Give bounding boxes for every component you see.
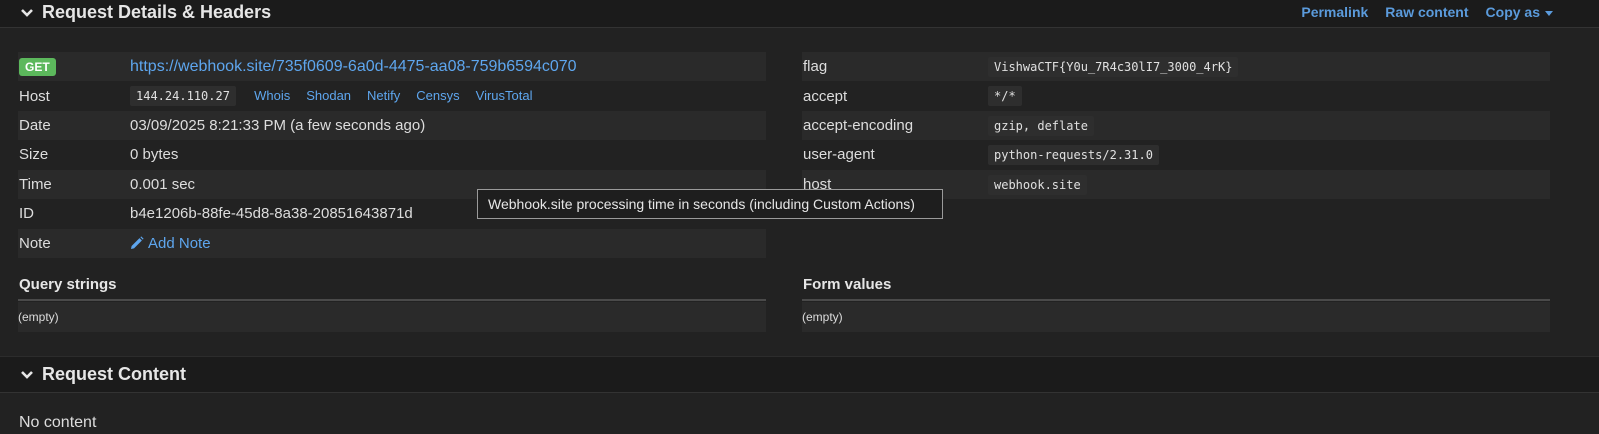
virustotal-link[interactable]: VirusTotal — [476, 88, 533, 103]
details-title-text: Request Details & Headers — [42, 2, 272, 22]
form-values-box: (empty) — [802, 302, 1550, 332]
raw-content-link[interactable]: Raw content — [1385, 4, 1468, 20]
method-badge: GET — [19, 58, 56, 76]
chevron-down-icon — [21, 370, 33, 379]
size-label: Size — [19, 146, 49, 163]
header-name: accept — [803, 88, 848, 105]
header-name: accept-encoding — [803, 117, 914, 134]
content-title-text: Request Content — [42, 364, 186, 384]
form-values-title: Form values — [803, 276, 892, 293]
content-panel-title[interactable]: Request Content — [0, 364, 186, 385]
time-tooltip: Webhook.site processing time in seconds … — [477, 189, 943, 219]
time-value[interactable]: 0.001 sec — [130, 176, 195, 193]
copy-as-label: Copy as — [1485, 4, 1540, 20]
whois-link[interactable]: Whois — [254, 88, 290, 103]
add-note-link[interactable]: Add Note — [130, 235, 211, 252]
divider — [802, 299, 1550, 301]
id-value: b4e1206b-88fe-45d8-8a38-20851643871d — [130, 205, 413, 222]
size-value: 0 bytes — [130, 146, 179, 163]
permalink-link[interactable]: Permalink — [1301, 4, 1368, 20]
table-row — [802, 111, 1550, 140]
pencil-icon — [131, 236, 144, 249]
details-panel-title[interactable]: Request Details & Headers — [0, 2, 271, 23]
host-header-value: webhook.site — [988, 175, 1087, 195]
content-panel-heading[interactable]: Request Content — [0, 356, 1599, 393]
user-agent-value: python-requests/2.31.0 — [988, 145, 1159, 165]
note-label: Note — [19, 235, 51, 252]
time-label: Time — [19, 176, 52, 193]
header-name: user-agent — [803, 146, 875, 163]
header-value: gzip, deflate — [988, 116, 1094, 136]
host-label: Host — [19, 88, 50, 105]
caret-down-icon — [1545, 10, 1553, 16]
date-label: Date — [19, 117, 51, 134]
accept-value: */* — [988, 86, 1022, 106]
host-ip: 144.24.110.27 — [130, 86, 236, 106]
netify-link[interactable]: Netify — [367, 88, 400, 103]
request-url-link[interactable]: https://webhook.site/735f0609-6a0d-4475-… — [130, 58, 577, 76]
no-content-text: No content — [19, 414, 97, 431]
query-strings-empty: (empty) — [18, 310, 59, 324]
header-value: webhook.site — [988, 175, 1087, 195]
host-value: 144.24.110.27 Whois Shodan Netify Censys… — [130, 86, 532, 106]
query-strings-title: Query strings — [19, 276, 117, 293]
query-strings-box: (empty) — [18, 302, 766, 332]
header-value: */* — [988, 86, 1022, 106]
header-value: python-requests/2.31.0 — [988, 145, 1159, 165]
chevron-down-icon — [21, 8, 33, 17]
form-values-empty: (empty) — [802, 310, 843, 324]
ip-lookup-links: Whois Shodan Netify Censys VirusTotal — [254, 88, 532, 103]
method-cell: GET — [19, 58, 56, 76]
header-name: flag — [803, 58, 828, 75]
details-panel-heading[interactable]: Request Details & Headers Permalink Raw … — [0, 0, 1599, 28]
flag-value: VishwaCTF{Y0u_7R4c30lI7_3000_4rK} — [988, 57, 1239, 77]
add-note-text: Add Note — [148, 235, 211, 252]
id-label: ID — [19, 205, 34, 222]
shodan-link[interactable]: Shodan — [306, 88, 351, 103]
copy-as-dropdown[interactable]: Copy as — [1486, 4, 1553, 20]
accept-encoding-value: gzip, deflate — [988, 116, 1094, 136]
divider — [18, 299, 766, 301]
header-links: Permalink Raw content Copy as — [1301, 4, 1553, 20]
censys-link[interactable]: Censys — [416, 88, 459, 103]
header-value: VishwaCTF{Y0u_7R4c30lI7_3000_4rK} — [988, 57, 1239, 77]
date-value: 03/09/2025 8:21:33 PM (a few seconds ago… — [130, 117, 426, 134]
